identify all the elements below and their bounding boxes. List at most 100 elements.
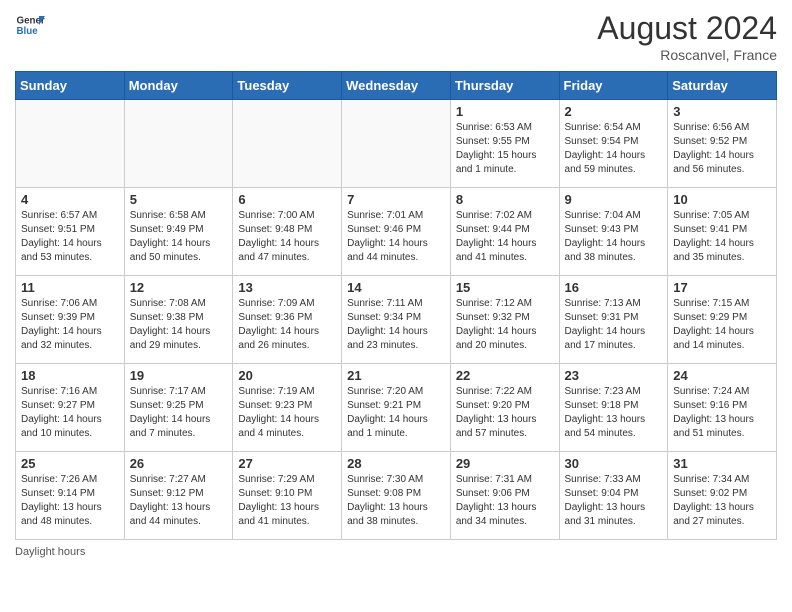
day-info: Sunrise: 7:09 AM Sunset: 9:36 PM Dayligh… bbox=[238, 297, 336, 353]
calendar-cell: 19 Sunrise: 7:17 AM Sunset: 9:25 PM Dayli… bbox=[124, 364, 233, 452]
day-info: Sunrise: 7:24 AM Sunset: 9:16 PM Dayligh… bbox=[673, 385, 771, 441]
day-info: Sunrise: 6:56 AM Sunset: 9:52 PM Dayligh… bbox=[673, 121, 771, 177]
day-number: 10 bbox=[673, 192, 771, 207]
calendar-cell: 31 Sunrise: 7:34 AM Sunset: 9:02 PM Dayli… bbox=[668, 452, 777, 540]
calendar-week-3: 11 Sunrise: 7:06 AM Sunset: 9:39 PM Dayli… bbox=[16, 276, 777, 364]
day-number: 28 bbox=[347, 456, 445, 471]
calendar-cell: 29 Sunrise: 7:31 AM Sunset: 9:06 PM Dayli… bbox=[450, 452, 559, 540]
calendar-cell: 23Sunrise: 7:23 AM Sunset: 9:18 PM Dayli… bbox=[559, 364, 668, 452]
day-info: Sunrise: 7:19 AM Sunset: 9:23 PM Dayligh… bbox=[238, 385, 336, 441]
day-number: 4 bbox=[21, 192, 119, 207]
day-number: 31 bbox=[673, 456, 771, 471]
calendar-cell: 21 Sunrise: 7:20 AM Sunset: 9:21 PM Dayli… bbox=[342, 364, 451, 452]
day-info: Sunrise: 7:04 AM Sunset: 9:43 PM Dayligh… bbox=[565, 209, 663, 265]
day-info: Sunrise: 7:02 AM Sunset: 9:44 PM Dayligh… bbox=[456, 209, 554, 265]
day-info: Sunrise: 7:17 AM Sunset: 9:25 PM Dayligh… bbox=[130, 385, 228, 441]
calendar-cell: 13 Sunrise: 7:09 AM Sunset: 9:36 PM Dayli… bbox=[233, 276, 342, 364]
day-info: Sunrise: 7:13 AM Sunset: 9:31 PM Dayligh… bbox=[565, 297, 663, 353]
day-number: 19 bbox=[130, 368, 228, 383]
footer-note: Daylight hours bbox=[15, 546, 777, 558]
day-number: 7 bbox=[347, 192, 445, 207]
day-number: 21 bbox=[347, 368, 445, 383]
day-info: Sunrise: 7:16 AM Sunset: 9:27 PM Dayligh… bbox=[21, 385, 119, 441]
day-number: 3 bbox=[673, 104, 771, 119]
calendar-cell: 30 Sunrise: 7:33 AM Sunset: 9:04 PM Dayli… bbox=[559, 452, 668, 540]
day-info: Sunrise: 7:05 AM Sunset: 9:41 PM Dayligh… bbox=[673, 209, 771, 265]
calendar-cell: 18 Sunrise: 7:16 AM Sunset: 9:27 PM Dayli… bbox=[16, 364, 125, 452]
calendar-cell: 28 Sunrise: 7:30 AM Sunset: 9:08 PM Dayli… bbox=[342, 452, 451, 540]
title-block: August 2024 Roscanvel, France bbox=[597, 10, 777, 63]
day-header-sunday: Sunday bbox=[16, 72, 125, 100]
location: Roscanvel, France bbox=[597, 47, 777, 63]
day-info: Sunrise: 7:20 AM Sunset: 9:21 PM Dayligh… bbox=[347, 385, 445, 441]
day-info: Sunrise: 6:53 AM Sunset: 9:55 PM Dayligh… bbox=[456, 121, 554, 177]
logo: General Blue bbox=[15, 10, 45, 40]
logo-icon: General Blue bbox=[15, 10, 45, 40]
day-header-wednesday: Wednesday bbox=[342, 72, 451, 100]
day-number: 1 bbox=[456, 104, 554, 119]
day-number: 15 bbox=[456, 280, 554, 295]
day-info: Sunrise: 7:06 AM Sunset: 9:39 PM Dayligh… bbox=[21, 297, 119, 353]
page-header: General Blue August 2024 Roscanvel, Fran… bbox=[15, 10, 777, 63]
day-number: 27 bbox=[238, 456, 336, 471]
day-info: Sunrise: 7:26 AM Sunset: 9:14 PM Dayligh… bbox=[21, 473, 119, 529]
day-info: Sunrise: 7:30 AM Sunset: 9:08 PM Dayligh… bbox=[347, 473, 445, 529]
calendar-cell: 16 Sunrise: 7:13 AM Sunset: 9:31 PM Dayli… bbox=[559, 276, 668, 364]
day-number: 9 bbox=[565, 192, 663, 207]
month-year: August 2024 bbox=[597, 10, 777, 47]
day-number: 13 bbox=[238, 280, 336, 295]
day-number: 11 bbox=[21, 280, 119, 295]
day-number: 14 bbox=[347, 280, 445, 295]
calendar-header-row: SundayMondayTuesdayWednesdayThursdayFrid… bbox=[16, 72, 777, 100]
day-number: 30 bbox=[565, 456, 663, 471]
day-info: Sunrise: 7:31 AM Sunset: 9:06 PM Dayligh… bbox=[456, 473, 554, 529]
day-number: 24 bbox=[673, 368, 771, 383]
calendar-cell bbox=[233, 100, 342, 188]
calendar-cell: 27 Sunrise: 7:29 AM Sunset: 9:10 PM Dayli… bbox=[233, 452, 342, 540]
calendar-cell: 12 Sunrise: 7:08 AM Sunset: 9:38 PM Dayli… bbox=[124, 276, 233, 364]
day-header-monday: Monday bbox=[124, 72, 233, 100]
day-number: 6 bbox=[238, 192, 336, 207]
svg-text:Blue: Blue bbox=[17, 26, 39, 37]
calendar-cell: 4Sunrise: 6:57 AM Sunset: 9:51 PM Daylig… bbox=[16, 188, 125, 276]
day-info: Sunrise: 7:27 AM Sunset: 9:12 PM Dayligh… bbox=[130, 473, 228, 529]
calendar-cell: 15Sunrise: 7:12 AM Sunset: 9:32 PM Dayli… bbox=[450, 276, 559, 364]
calendar-cell: 7 Sunrise: 7:01 AM Sunset: 9:46 PM Daylig… bbox=[342, 188, 451, 276]
calendar-cell: 25 Sunrise: 7:26 AM Sunset: 9:14 PM Dayli… bbox=[16, 452, 125, 540]
day-number: 20 bbox=[238, 368, 336, 383]
day-info: Sunrise: 7:15 AM Sunset: 9:29 PM Dayligh… bbox=[673, 297, 771, 353]
day-number: 8 bbox=[456, 192, 554, 207]
day-info: Sunrise: 7:29 AM Sunset: 9:10 PM Dayligh… bbox=[238, 473, 336, 529]
day-number: 18 bbox=[21, 368, 119, 383]
calendar-cell: 24 Sunrise: 7:24 AM Sunset: 9:16 PM Dayli… bbox=[668, 364, 777, 452]
day-info: Sunrise: 7:00 AM Sunset: 9:48 PM Dayligh… bbox=[238, 209, 336, 265]
day-info: Sunrise: 7:08 AM Sunset: 9:38 PM Dayligh… bbox=[130, 297, 228, 353]
calendar-week-4: 18 Sunrise: 7:16 AM Sunset: 9:27 PM Dayli… bbox=[16, 364, 777, 452]
day-info: Sunrise: 6:58 AM Sunset: 9:49 PM Dayligh… bbox=[130, 209, 228, 265]
day-number: 16 bbox=[565, 280, 663, 295]
calendar-cell bbox=[124, 100, 233, 188]
day-number: 17 bbox=[673, 280, 771, 295]
calendar-cell: 20 Sunrise: 7:19 AM Sunset: 9:23 PM Dayli… bbox=[233, 364, 342, 452]
day-number: 22 bbox=[456, 368, 554, 383]
calendar-week-1: 1 Sunrise: 6:53 AM Sunset: 9:55 PM Daylig… bbox=[16, 100, 777, 188]
day-info: Sunrise: 6:54 AM Sunset: 9:54 PM Dayligh… bbox=[565, 121, 663, 177]
calendar-cell: 10 Sunrise: 7:05 AM Sunset: 9:41 PM Dayli… bbox=[668, 188, 777, 276]
day-info: Sunrise: 7:34 AM Sunset: 9:02 PM Dayligh… bbox=[673, 473, 771, 529]
day-number: 25 bbox=[21, 456, 119, 471]
calendar-cell bbox=[16, 100, 125, 188]
calendar-cell: 14Sunrise: 7:11 AM Sunset: 9:34 PM Dayli… bbox=[342, 276, 451, 364]
calendar-cell: 1 Sunrise: 6:53 AM Sunset: 9:55 PM Daylig… bbox=[450, 100, 559, 188]
day-number: 29 bbox=[456, 456, 554, 471]
calendar-cell: 5 Sunrise: 6:58 AM Sunset: 9:49 PM Daylig… bbox=[124, 188, 233, 276]
calendar-cell: 8 Sunrise: 7:02 AM Sunset: 9:44 PM Daylig… bbox=[450, 188, 559, 276]
day-number: 12 bbox=[130, 280, 228, 295]
calendar-cell: 2 Sunrise: 6:54 AM Sunset: 9:54 PM Daylig… bbox=[559, 100, 668, 188]
day-info: Sunrise: 7:01 AM Sunset: 9:46 PM Dayligh… bbox=[347, 209, 445, 265]
day-info: Sunrise: 7:22 AM Sunset: 9:20 PM Dayligh… bbox=[456, 385, 554, 441]
day-number: 5 bbox=[130, 192, 228, 207]
day-info: Sunrise: 7:33 AM Sunset: 9:04 PM Dayligh… bbox=[565, 473, 663, 529]
day-number: 2 bbox=[565, 104, 663, 119]
calendar-cell bbox=[342, 100, 451, 188]
day-number: 23 bbox=[565, 368, 663, 383]
